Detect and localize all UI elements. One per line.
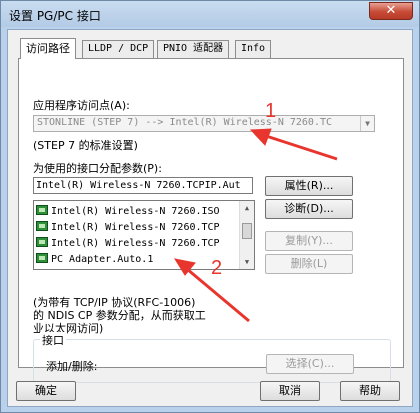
tab-access-path[interactable]: 访问路径 xyxy=(20,38,76,59)
annotation-marker-1: 1 xyxy=(265,100,276,122)
ok-button[interactable]: 确定 xyxy=(16,381,76,401)
window-title: 设置 PG/PC 接口 xyxy=(9,9,101,23)
annotation-arrow-1-shaft xyxy=(262,133,338,161)
dialog-body: 访问路径 LLDP / DCP PNIO 适配器 Info 应用程序访问点(A)… xyxy=(7,29,413,407)
annotation-marker-2: 2 xyxy=(211,257,222,279)
annotation-overlay: 1 2 xyxy=(173,100,338,323)
access-path-page: 应用程序访问点(A): STONLINE (STEP 7) --> Intel(… xyxy=(18,58,404,383)
tab-info[interactable]: Info xyxy=(235,40,272,58)
help-button[interactable]: 帮助 xyxy=(340,381,400,401)
dialog-window: 设置 PG/PC 接口 ✕ 访问路径 LLDP / DCP PNIO 适配器 I… xyxy=(0,0,420,413)
tab-lldp-dcp[interactable]: LLDP / DCP xyxy=(82,40,155,58)
close-button[interactable]: ✕ xyxy=(369,2,413,20)
annotation-arrow-1-head xyxy=(249,128,272,146)
tab-pnio-adapter[interactable]: PNIO 适配器 xyxy=(157,40,230,58)
title-bar[interactable]: 设置 PG/PC 接口 ✕ xyxy=(1,1,419,27)
cancel-button[interactable]: 取消 xyxy=(260,381,320,401)
